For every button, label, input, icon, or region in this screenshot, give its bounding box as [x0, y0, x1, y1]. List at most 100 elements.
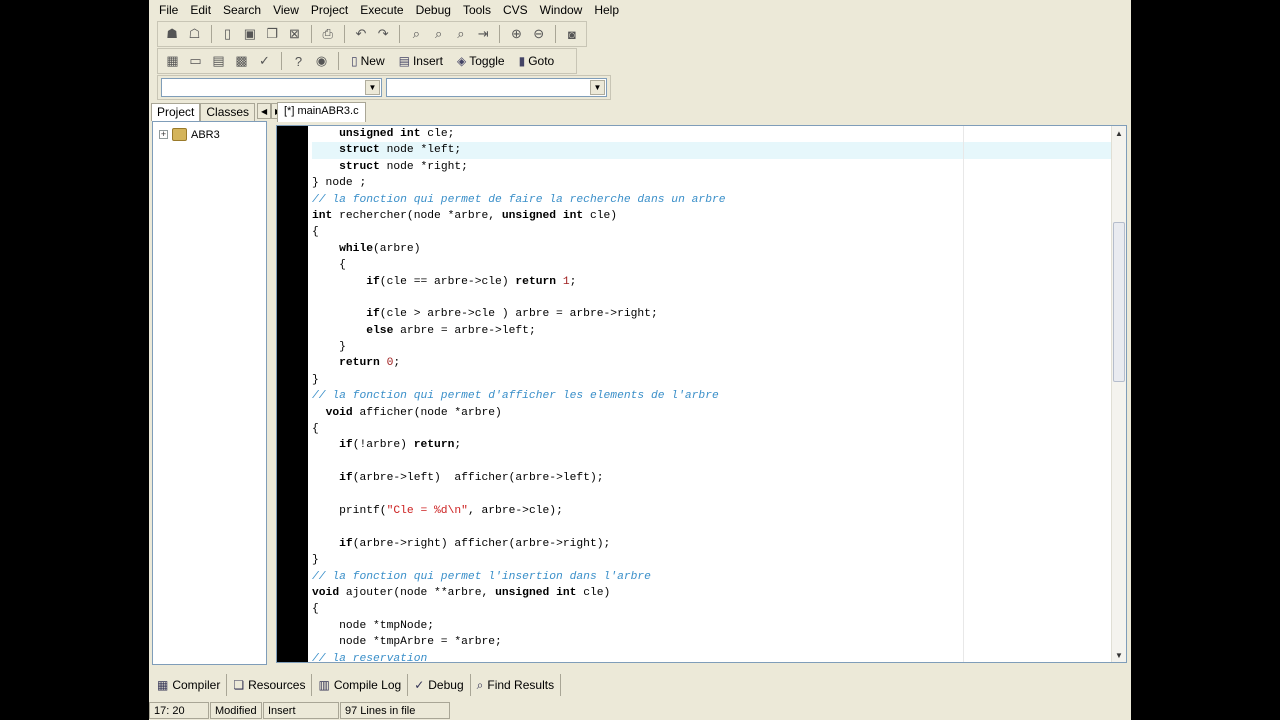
- code-line[interactable]: if(!arbre) return;: [312, 437, 1112, 453]
- replace-icon[interactable]: ⌕: [429, 24, 449, 44]
- menu-cvs[interactable]: CVS: [497, 3, 534, 17]
- code-line[interactable]: }: [312, 552, 1112, 568]
- code-line[interactable]: // la fonction qui permet de faire la re…: [312, 192, 1112, 208]
- toggle-button[interactable]: ◈ Toggle: [451, 51, 511, 71]
- code-area[interactable]: unsigned int cle; struct node *left; str…: [312, 126, 1112, 662]
- code-line[interactable]: {: [312, 601, 1112, 617]
- find-next-icon[interactable]: ⌕: [451, 24, 471, 44]
- code-line[interactable]: }: [312, 372, 1112, 388]
- ide-window: File Edit Search View Project Execute De…: [149, 0, 1131, 720]
- menu-help[interactable]: Help: [588, 3, 625, 17]
- code-line[interactable]: int rechercher(node *arbre, unsigned int…: [312, 208, 1112, 224]
- code-line[interactable]: [312, 290, 1112, 306]
- tab-find-results[interactable]: ⌕ Find Results: [471, 674, 562, 696]
- new-file-icon[interactable]: ▯: [218, 24, 238, 44]
- code-line[interactable]: [312, 454, 1112, 470]
- about-icon[interactable]: ◉: [311, 51, 332, 71]
- new-button-label: New: [360, 54, 385, 68]
- add-to-project-icon[interactable]: ⊕: [506, 24, 526, 44]
- scroll-up-icon[interactable]: ▲: [1112, 126, 1126, 140]
- find-icon[interactable]: ⌕: [406, 24, 426, 44]
- tab-project[interactable]: Project: [151, 103, 201, 121]
- vertical-scrollbar[interactable]: ▲ ▼: [1111, 126, 1126, 662]
- menu-debug[interactable]: Debug: [410, 3, 457, 17]
- menu-file[interactable]: File: [153, 3, 184, 17]
- code-line[interactable]: unsigned int cle;: [312, 126, 1112, 142]
- project-options-icon[interactable]: ◙: [562, 24, 582, 44]
- code-line[interactable]: // la fonction qui permet l'insertion da…: [312, 569, 1112, 585]
- code-line[interactable]: // la fonction qui permet d'afficher les…: [312, 388, 1112, 404]
- code-line[interactable]: {: [312, 421, 1112, 437]
- code-line[interactable]: return 0;: [312, 355, 1112, 371]
- chevron-left-icon[interactable]: ◀: [257, 103, 272, 119]
- insert-button[interactable]: ▤ Insert: [393, 51, 449, 71]
- code-editor[interactable]: unsigned int cle; struct node *left; str…: [276, 125, 1127, 663]
- code-line[interactable]: node *tmpArbre = *arbre;: [312, 634, 1112, 650]
- tree-item-project[interactable]: + ABR3: [159, 128, 220, 141]
- menu-tools[interactable]: Tools: [457, 3, 497, 17]
- code-line[interactable]: struct node *right;: [312, 159, 1112, 175]
- code-line[interactable]: if(cle == arbre->cle) return 1;: [312, 274, 1112, 290]
- compile-icon[interactable]: ▦: [162, 51, 183, 71]
- class-select[interactable]: ▼: [161, 78, 382, 97]
- tab-resources[interactable]: ❏ Resources: [227, 674, 313, 696]
- menu-search[interactable]: Search: [217, 3, 267, 17]
- menu-view[interactable]: View: [267, 3, 305, 17]
- member-select[interactable]: ▼: [386, 78, 607, 97]
- code-line[interactable]: if(cle > arbre->cle ) arbre = arbre->rig…: [312, 306, 1112, 322]
- code-line[interactable]: if(arbre->right) afficher(arbre->right);: [312, 536, 1112, 552]
- code-line[interactable]: // la reservation: [312, 651, 1112, 663]
- tab-compiler[interactable]: ▦ Compiler: [151, 674, 228, 696]
- menu-edit[interactable]: Edit: [184, 3, 217, 17]
- save-all-icon[interactable]: ❐: [262, 24, 282, 44]
- toolbar-separator: [281, 52, 282, 70]
- open-project-icon[interactable]: ☗: [162, 24, 182, 44]
- remove-from-project-icon[interactable]: ⊖: [529, 24, 549, 44]
- check-icon[interactable]: ✓: [254, 51, 275, 71]
- chevron-down-icon[interactable]: ▼: [365, 80, 380, 95]
- menu-execute[interactable]: Execute: [354, 3, 409, 17]
- redo-icon[interactable]: ↷: [373, 24, 393, 44]
- rebuild-all-icon[interactable]: ▩: [231, 51, 252, 71]
- code-line[interactable]: void ajouter(node **arbre, unsigned int …: [312, 585, 1112, 601]
- goto-line-icon[interactable]: ⇥: [473, 24, 493, 44]
- code-line[interactable]: }: [312, 339, 1112, 355]
- tab-debug[interactable]: ✓ Debug: [408, 674, 471, 696]
- menu-project[interactable]: Project: [305, 3, 354, 17]
- print-icon[interactable]: ⎙: [318, 24, 338, 44]
- expand-icon[interactable]: +: [159, 130, 168, 139]
- code-line[interactable]: [312, 519, 1112, 535]
- code-line[interactable]: void afficher(node *arbre): [312, 405, 1112, 421]
- tab-editor-file[interactable]: [*] mainABR3.c: [277, 102, 366, 122]
- code-line[interactable]: {: [312, 257, 1112, 273]
- scroll-down-icon[interactable]: ▼: [1112, 648, 1126, 662]
- compile-run-icon[interactable]: ▤: [208, 51, 229, 71]
- menu-window[interactable]: Window: [534, 3, 589, 17]
- undo-icon[interactable]: ↶: [351, 24, 371, 44]
- code-line[interactable]: struct node *left;: [312, 142, 1112, 159]
- project-tree: + ABR3: [152, 121, 267, 665]
- run-icon[interactable]: ▭: [185, 51, 206, 71]
- class-browser-combos: ▼ ▼: [157, 75, 611, 100]
- code-line[interactable]: node *tmpNode;: [312, 618, 1112, 634]
- help-icon[interactable]: ?: [288, 51, 309, 71]
- code-line[interactable]: if(arbre->left) afficher(arbre->left);: [312, 470, 1112, 486]
- close-file-icon[interactable]: ⊠: [284, 24, 304, 44]
- tab-classes[interactable]: Classes: [200, 103, 256, 121]
- new-button[interactable]: ▯ New: [345, 51, 391, 71]
- tab-compile-log[interactable]: ▥ Compile Log: [312, 674, 409, 696]
- code-line[interactable]: else arbre = arbre->left;: [312, 323, 1112, 339]
- goto-button[interactable]: ▮ Goto: [513, 51, 561, 71]
- save-icon[interactable]: ▣: [240, 24, 260, 44]
- chevron-down-icon[interactable]: ▼: [590, 80, 605, 95]
- code-line[interactable]: {: [312, 224, 1112, 240]
- close-project-icon[interactable]: ☖: [184, 24, 204, 44]
- code-line[interactable]: [312, 487, 1112, 503]
- code-line[interactable]: printf("Cle = %d\n", arbre->cle);: [312, 503, 1112, 519]
- compile-log-icon: ▥: [318, 678, 330, 692]
- scrollbar-thumb[interactable]: [1113, 222, 1125, 382]
- main-toolbar: ☗ ☖ ▯ ▣ ❐ ⊠ ⎙ ↶ ↷ ⌕ ⌕ ⌕ ⇥ ⊕ ⊖ ◙: [157, 21, 587, 47]
- code-line[interactable]: } node ;: [312, 175, 1112, 191]
- code-line[interactable]: while(arbre): [312, 241, 1112, 257]
- toggle-bookmark-icon: ◈: [456, 54, 467, 68]
